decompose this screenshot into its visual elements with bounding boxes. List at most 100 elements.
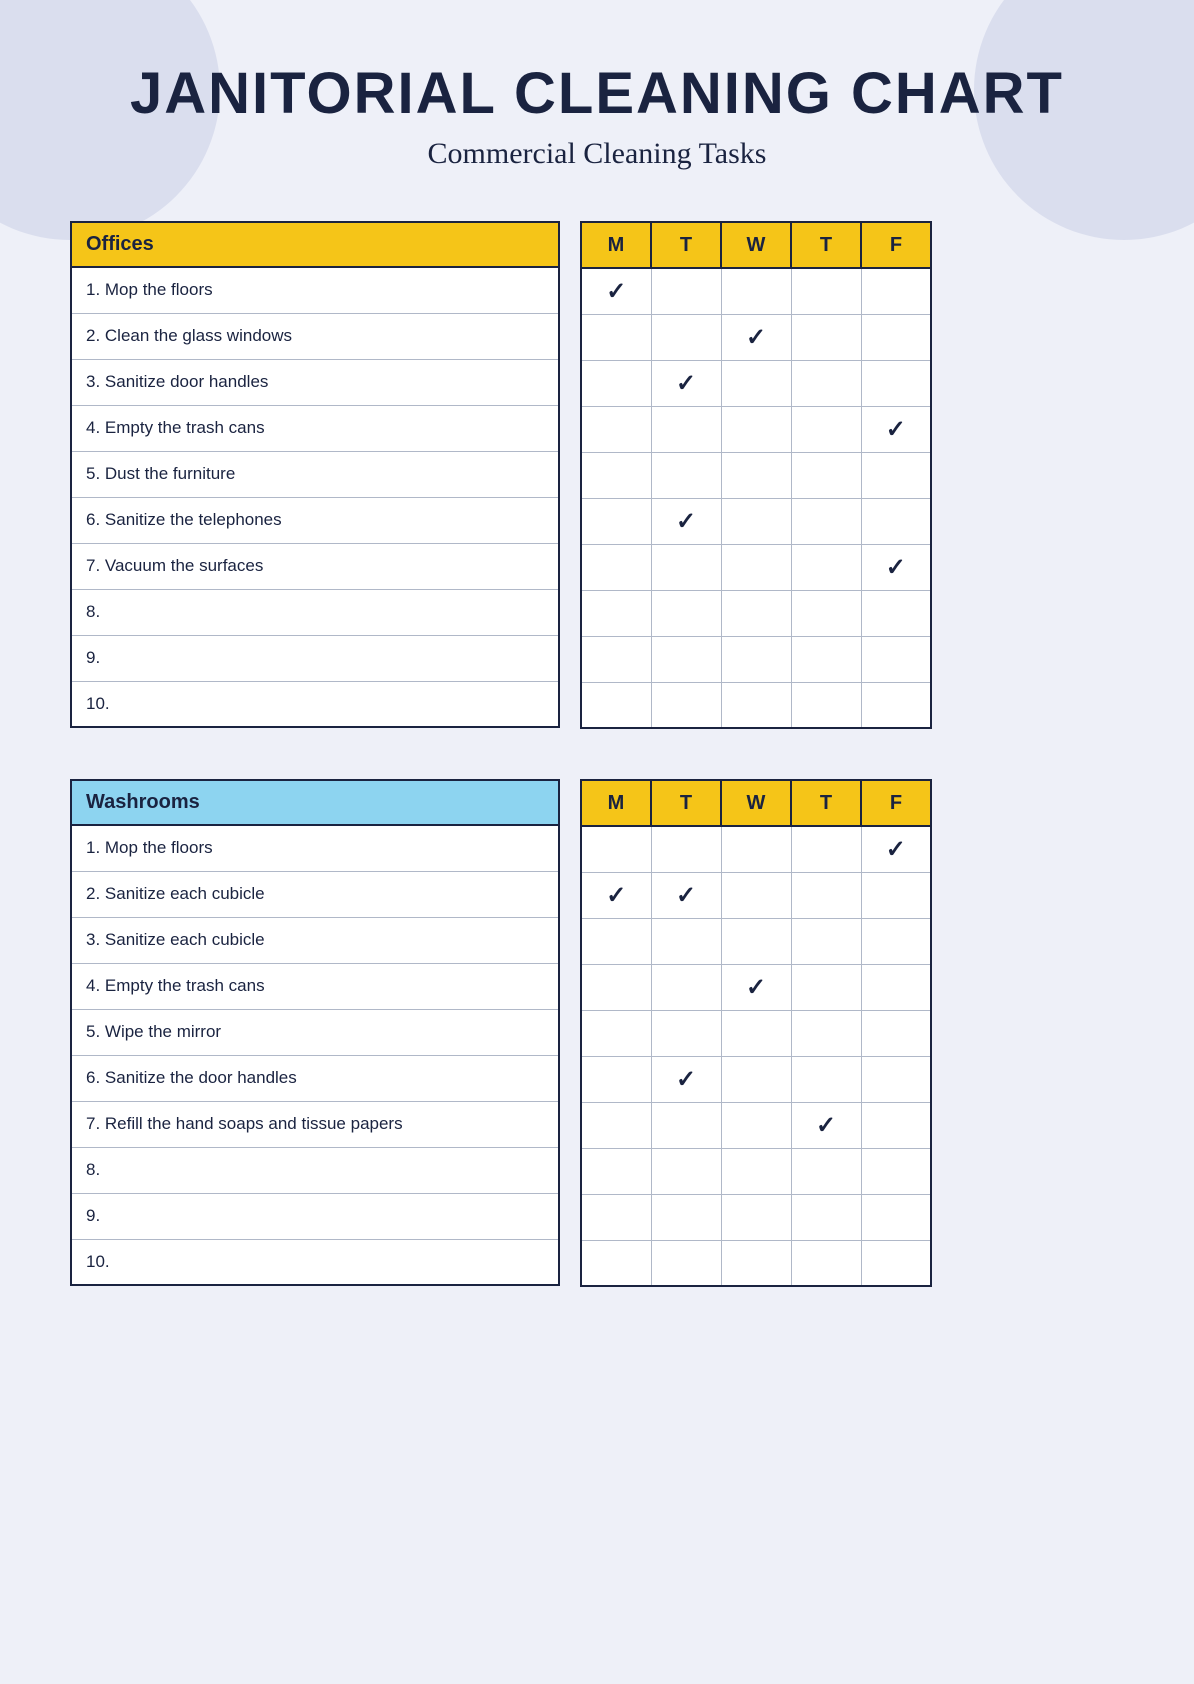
- day-cell[interactable]: [791, 636, 861, 682]
- day-cell[interactable]: [721, 360, 791, 406]
- day-cell[interactable]: [581, 1194, 651, 1240]
- day-cell[interactable]: [791, 682, 861, 728]
- day-cell[interactable]: [721, 268, 791, 314]
- day-cell[interactable]: [581, 826, 651, 872]
- day-cell[interactable]: [651, 314, 721, 360]
- day-cell[interactable]: ✓: [581, 872, 651, 918]
- day-cell[interactable]: [861, 1194, 931, 1240]
- day-cell[interactable]: [721, 1194, 791, 1240]
- day-cell[interactable]: ✓: [791, 1102, 861, 1148]
- day-cell[interactable]: [721, 1056, 791, 1102]
- day-cell[interactable]: [861, 1148, 931, 1194]
- day-cell[interactable]: [791, 360, 861, 406]
- day-cell[interactable]: [651, 544, 721, 590]
- day-cell[interactable]: [651, 636, 721, 682]
- day-cell[interactable]: [721, 1148, 791, 1194]
- day-cell[interactable]: [721, 1102, 791, 1148]
- day-cell[interactable]: ✓: [861, 406, 931, 452]
- day-cell[interactable]: [861, 314, 931, 360]
- day-cell[interactable]: [581, 314, 651, 360]
- day-cell[interactable]: [721, 544, 791, 590]
- day-cell[interactable]: [861, 268, 931, 314]
- day-cell[interactable]: [791, 918, 861, 964]
- day-cell[interactable]: [581, 1056, 651, 1102]
- day-cell[interactable]: [721, 452, 791, 498]
- day-cell[interactable]: [721, 636, 791, 682]
- day-cell[interactable]: [721, 682, 791, 728]
- day-cell[interactable]: ✓: [651, 1056, 721, 1102]
- day-cell[interactable]: [791, 314, 861, 360]
- day-cell[interactable]: [861, 1240, 931, 1286]
- day-cell[interactable]: [791, 1148, 861, 1194]
- day-cell[interactable]: [581, 406, 651, 452]
- day-cell[interactable]: [651, 590, 721, 636]
- day-cell[interactable]: [651, 1148, 721, 1194]
- day-cell[interactable]: [861, 1010, 931, 1056]
- day-cell[interactable]: [791, 1010, 861, 1056]
- day-cell[interactable]: [581, 498, 651, 544]
- day-cell[interactable]: [651, 964, 721, 1010]
- day-cell[interactable]: [861, 1056, 931, 1102]
- day-cell[interactable]: [651, 826, 721, 872]
- day-cell[interactable]: ✓: [651, 498, 721, 544]
- day-cell[interactable]: [791, 406, 861, 452]
- day-cell[interactable]: [581, 682, 651, 728]
- day-cell[interactable]: [651, 1102, 721, 1148]
- day-cell[interactable]: [791, 544, 861, 590]
- day-cell[interactable]: [721, 1240, 791, 1286]
- day-cell[interactable]: [861, 360, 931, 406]
- day-cell[interactable]: [581, 918, 651, 964]
- day-cell[interactable]: [791, 268, 861, 314]
- day-cell[interactable]: [791, 872, 861, 918]
- day-cell[interactable]: [791, 498, 861, 544]
- day-cell[interactable]: [721, 406, 791, 452]
- day-cell[interactable]: [581, 590, 651, 636]
- day-cell[interactable]: ✓: [651, 360, 721, 406]
- day-cell[interactable]: ✓: [651, 872, 721, 918]
- day-cell[interactable]: ✓: [721, 964, 791, 1010]
- day-cell[interactable]: [651, 918, 721, 964]
- day-cell[interactable]: [581, 1240, 651, 1286]
- day-cell[interactable]: [861, 498, 931, 544]
- day-cell[interactable]: [721, 872, 791, 918]
- day-cell[interactable]: [721, 1010, 791, 1056]
- day-cell[interactable]: ✓: [861, 826, 931, 872]
- day-cell[interactable]: [791, 1194, 861, 1240]
- day-cell[interactable]: [651, 1010, 721, 1056]
- day-cell[interactable]: [861, 636, 931, 682]
- day-cell[interactable]: [651, 452, 721, 498]
- day-cell[interactable]: [791, 964, 861, 1010]
- day-cell[interactable]: [581, 636, 651, 682]
- day-cell[interactable]: [721, 826, 791, 872]
- day-cell[interactable]: [651, 682, 721, 728]
- day-cell[interactable]: [791, 1240, 861, 1286]
- day-cell[interactable]: [581, 1148, 651, 1194]
- day-cell[interactable]: [581, 452, 651, 498]
- day-cell[interactable]: [861, 964, 931, 1010]
- day-cell[interactable]: [581, 1102, 651, 1148]
- day-cell[interactable]: [791, 826, 861, 872]
- day-cell[interactable]: [861, 590, 931, 636]
- day-cell[interactable]: [651, 406, 721, 452]
- day-cell[interactable]: [791, 590, 861, 636]
- day-cell[interactable]: [581, 544, 651, 590]
- day-cell[interactable]: [721, 918, 791, 964]
- day-cell[interactable]: [861, 682, 931, 728]
- day-cell[interactable]: [861, 918, 931, 964]
- day-cell[interactable]: [861, 452, 931, 498]
- day-cell[interactable]: [651, 1194, 721, 1240]
- day-cell[interactable]: [581, 964, 651, 1010]
- day-cell[interactable]: [581, 1010, 651, 1056]
- day-cell[interactable]: [581, 360, 651, 406]
- day-cell[interactable]: [861, 1102, 931, 1148]
- day-cell[interactable]: ✓: [721, 314, 791, 360]
- day-cell[interactable]: [721, 590, 791, 636]
- day-cell[interactable]: ✓: [861, 544, 931, 590]
- day-cell[interactable]: ✓: [581, 268, 651, 314]
- day-cell[interactable]: [651, 1240, 721, 1286]
- day-cell[interactable]: [721, 498, 791, 544]
- day-cell[interactable]: [791, 1056, 861, 1102]
- day-cell[interactable]: [861, 872, 931, 918]
- day-cell[interactable]: [651, 268, 721, 314]
- day-cell[interactable]: [791, 452, 861, 498]
